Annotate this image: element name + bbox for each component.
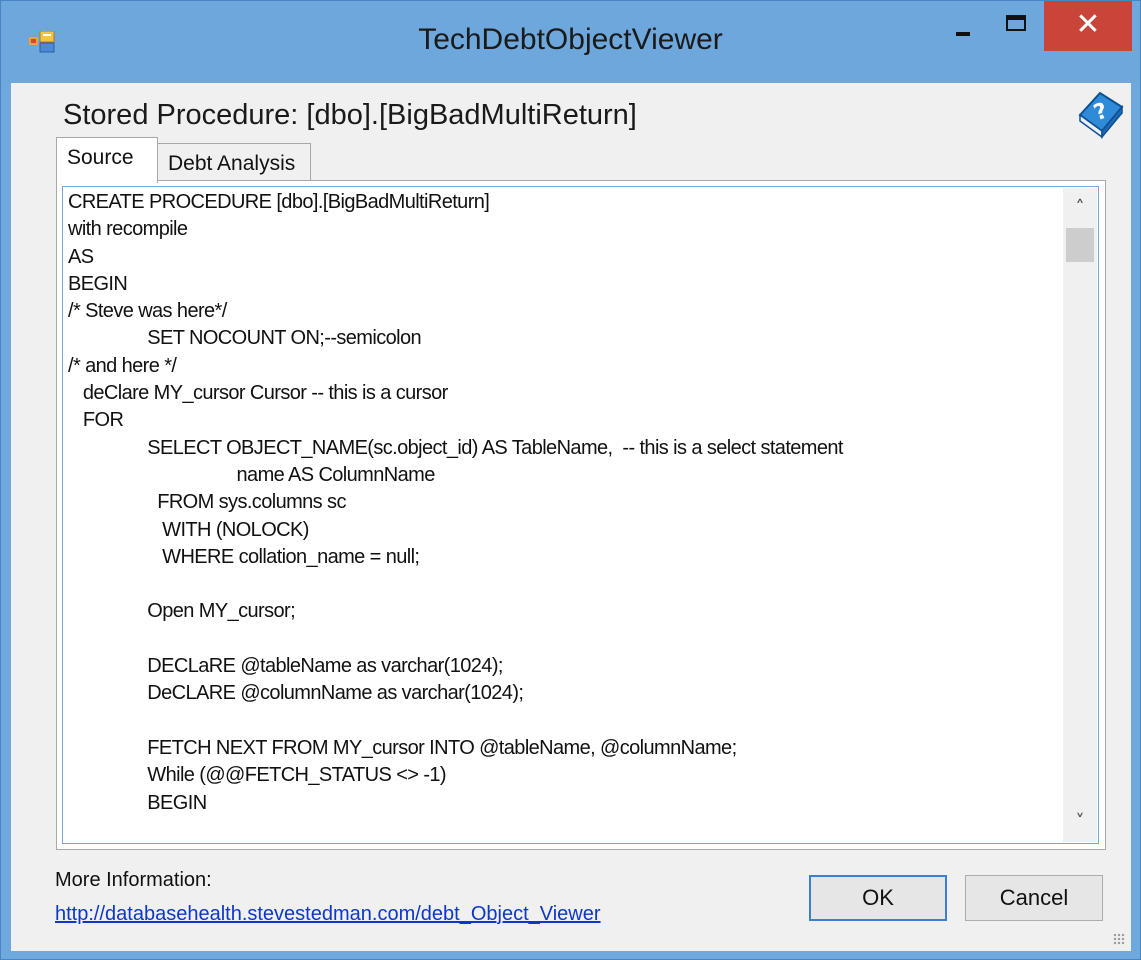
maximize-button[interactable] (991, 1, 1043, 51)
source-code-text: CREATE PROCEDURE [dbo].[BigBadMultiRetur… (68, 191, 843, 814)
close-icon: ✕ (1075, 7, 1101, 42)
cancel-button[interactable]: Cancel (965, 875, 1103, 921)
tab-debt-analysis[interactable]: Debt Analysis (157, 143, 311, 181)
resize-grip-icon[interactable] (1113, 933, 1125, 945)
minimize-button[interactable] (937, 1, 989, 51)
vertical-scrollbar[interactable]: ˄ ˅ (1063, 188, 1097, 842)
dialog-client-area: Stored Procedure: [dbo].[BigBadMultiRetu… (11, 83, 1131, 951)
source-code-textbox[interactable]: CREATE PROCEDURE [dbo].[BigBadMultiRetur… (62, 186, 1099, 844)
tab-panel-source: CREATE PROCEDURE [dbo].[BigBadMultiRetur… (56, 180, 1106, 850)
help-book-icon[interactable]: ? (1074, 85, 1126, 139)
scroll-thumb[interactable] (1066, 228, 1094, 262)
close-button[interactable]: ✕ (1044, 1, 1132, 51)
more-information-label: More Information: (55, 869, 212, 891)
minimize-icon (956, 32, 970, 36)
more-information-link[interactable]: http://databasehealth.stevestedman.com/d… (55, 903, 601, 926)
maximize-icon (1006, 15, 1026, 31)
ok-button[interactable]: OK (809, 875, 947, 921)
scroll-down-arrow-icon[interactable]: ˅ (1063, 806, 1097, 838)
title-bar[interactable]: TechDebtObjectViewer ✕ (1, 1, 1140, 83)
scroll-up-arrow-icon[interactable]: ˄ (1063, 192, 1097, 224)
dialog-window: TechDebtObjectViewer ✕ Stored Procedure:… (0, 0, 1141, 960)
page-title: Stored Procedure: [dbo].[BigBadMultiRetu… (63, 99, 637, 131)
tab-source[interactable]: Source (56, 137, 158, 183)
